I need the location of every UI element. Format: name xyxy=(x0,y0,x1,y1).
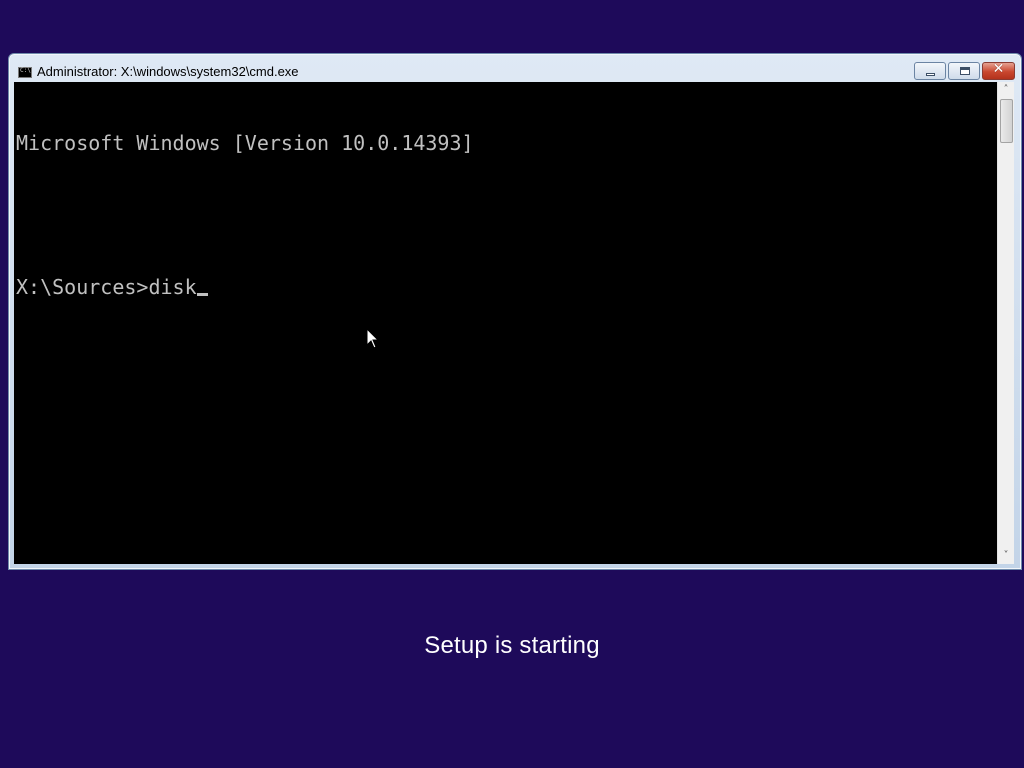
scroll-down-arrow-icon[interactable]: ˅ xyxy=(998,548,1014,564)
cmd-window[interactable]: Administrator: X:\windows\system32\cmd.e… xyxy=(8,53,1022,570)
console-prompt-line[interactable]: X:\Sources>disk xyxy=(16,275,995,299)
maximize-button[interactable] xyxy=(948,62,980,80)
console-output[interactable]: Microsoft Windows [Version 10.0.14393] X… xyxy=(14,82,997,564)
scrollbar-thumb[interactable] xyxy=(1000,99,1013,143)
text-cursor xyxy=(196,293,208,296)
caption-buttons: ✕ xyxy=(914,61,1015,80)
maximize-icon xyxy=(960,67,970,75)
minimize-button[interactable] xyxy=(914,62,946,80)
cmd-app-icon[interactable] xyxy=(18,67,32,78)
close-button[interactable]: ✕ xyxy=(982,61,1015,80)
console-line-version: Microsoft Windows [Version 10.0.14393] xyxy=(16,131,474,155)
mouse-pointer-icon xyxy=(366,328,380,349)
setup-status-text: Setup is starting xyxy=(424,632,600,659)
window-titlebar[interactable]: Administrator: X:\windows\system32\cmd.e… xyxy=(9,54,1021,84)
scroll-up-arrow-icon[interactable]: ˄ xyxy=(998,82,1014,98)
console-prompt-text: X:\Sources>disk xyxy=(16,275,197,299)
vertical-scrollbar[interactable]: ˄ ˅ xyxy=(997,82,1014,564)
close-icon: ✕ xyxy=(992,61,1005,77)
window-title: Administrator: X:\windows\system32\cmd.e… xyxy=(37,64,299,79)
minimize-icon xyxy=(926,73,935,76)
